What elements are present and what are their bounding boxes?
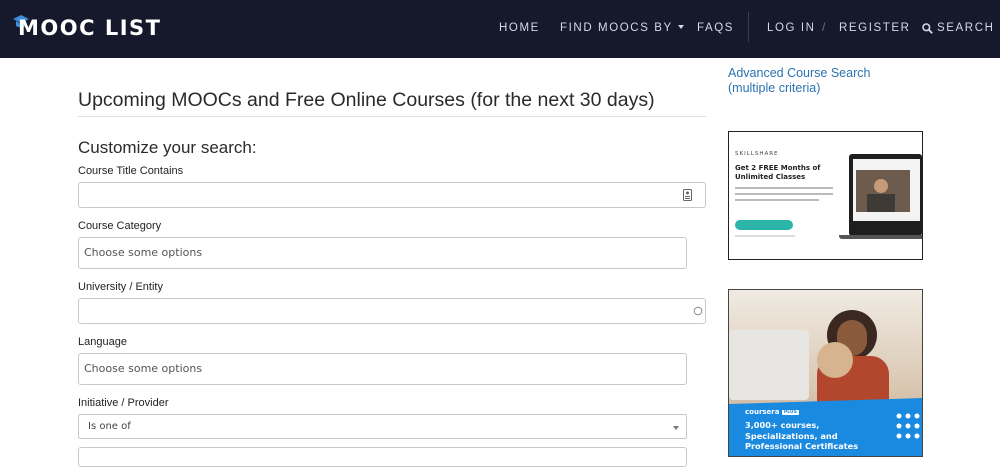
spinner-icon: [693, 306, 703, 316]
video-thumbnail: [856, 170, 910, 212]
ad-text-line: [735, 187, 833, 189]
coursera-headline: 3,000+ courses, Specializations, and Pro…: [745, 420, 859, 451]
nav-divider: [748, 12, 749, 42]
logo-text: MOOC LIST: [18, 16, 162, 40]
page-title: Upcoming MOOCs and Free Online Courses (…: [78, 89, 655, 111]
plus-badge: PLUS: [781, 410, 799, 415]
nav-find-moocs-dropdown[interactable]: FIND MOOCS BY: [560, 22, 684, 34]
coursera-brand: coursera: [745, 408, 780, 416]
title-divider: [78, 116, 706, 117]
initiative-label: Initiative / Provider: [78, 397, 169, 409]
coursera-logo: coursera PLUS: [745, 408, 799, 416]
course-title-label: Course Title Contains: [78, 165, 184, 177]
skillshare-headline: Get 2 FREE Months of Unlimited Classes: [735, 164, 821, 181]
person-body: [867, 194, 895, 212]
initiative-operator-value: Is one of: [88, 421, 131, 432]
initiative-multiselect[interactable]: [78, 447, 687, 467]
laptop-screen: [849, 154, 922, 236]
caret-down-icon: [677, 25, 684, 29]
university-label: University / Entity: [78, 281, 163, 293]
nav-separator: /: [822, 20, 826, 34]
course-category-placeholder: Choose some options: [84, 246, 203, 259]
nav-register-link[interactable]: REGISTER: [839, 22, 911, 34]
course-category-label: Course Category: [78, 220, 162, 232]
course-category-multiselect[interactable]: Choose some options: [78, 237, 687, 269]
skillshare-ad-banner[interactable]: SKILLSHARE Get 2 FREE Months of Unlimite…: [728, 131, 923, 260]
advanced-course-search-link[interactable]: Advanced Course Search (multiple criteri…: [728, 66, 908, 96]
laptop-base: [839, 235, 922, 239]
skillshare-cta-button[interactable]: [735, 220, 793, 230]
top-navbar: MOOC LIST HOME FIND MOOCS BY FAQS LOG IN…: [0, 0, 1000, 58]
nav-search-link[interactable]: SEARCH: [937, 22, 995, 34]
skillshare-brand: SKILLSHARE: [735, 151, 779, 157]
ad-text-line: [735, 199, 819, 201]
search-icon[interactable]: [922, 23, 933, 34]
initiative-operator-select[interactable]: Is one of: [78, 414, 687, 439]
person-head: [874, 179, 888, 193]
chevron-down-icon: [673, 426, 679, 430]
laptop-shape: [729, 330, 809, 400]
ad-fineprint-line: [735, 235, 795, 237]
nav-home-link[interactable]: HOME: [499, 22, 540, 34]
language-placeholder: Choose some options: [84, 362, 203, 375]
university-input[interactable]: [78, 298, 706, 324]
dot-pattern-icon: [896, 413, 920, 439]
language-multiselect[interactable]: Choose some options: [78, 353, 687, 385]
dog-shape: [817, 342, 853, 378]
nav-login-link[interactable]: LOG IN: [767, 22, 816, 34]
coursera-plus-ad-banner[interactable]: coursera PLUS 3,000+ courses, Specializa…: [728, 289, 923, 457]
course-title-input[interactable]: [78, 182, 706, 208]
contact-card-icon: [683, 189, 692, 201]
ad-text-line: [735, 193, 833, 195]
nav-faqs-link[interactable]: FAQS: [697, 22, 734, 34]
language-label: Language: [78, 336, 127, 348]
laptop-display: [853, 159, 920, 221]
nav-find-moocs-label: FIND MOOCS BY: [560, 22, 673, 34]
customize-search-heading: Customize your search:: [78, 138, 257, 157]
